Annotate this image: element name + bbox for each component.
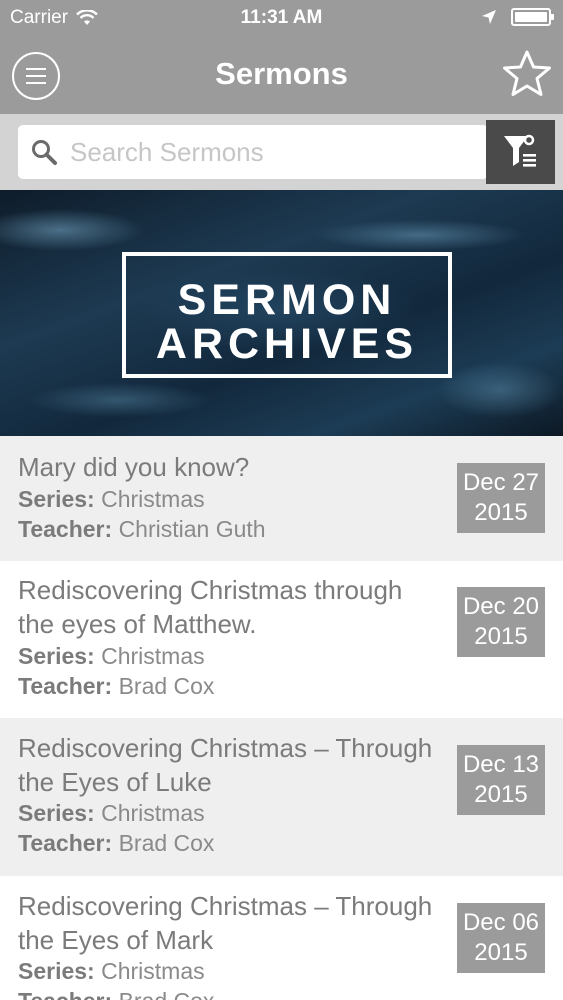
sermon-series: Series: Christmas xyxy=(18,800,205,827)
banner-frame: SERMON ARCHIVES xyxy=(122,252,452,378)
teacher-value: Brad Cox xyxy=(118,673,215,699)
series-value: Christmas xyxy=(101,958,205,984)
teacher-value: Brad Cox xyxy=(119,988,215,1000)
date-year: 2015 xyxy=(474,781,528,808)
sermon-row[interactable]: Rediscovering Christmas – Through the Ey… xyxy=(0,718,563,876)
sermon-title: Rediscovering Christmas through the eyes… xyxy=(18,575,403,639)
nav-bar: Sermons xyxy=(0,38,563,114)
battery-icon xyxy=(511,8,554,26)
sermon-date-badge: Dec 27 2015 xyxy=(457,463,545,533)
sermon-teacher: Teacher: Brad Cox xyxy=(18,673,214,700)
teacher-value: Christian Guth xyxy=(118,516,266,542)
teacher-label: Teacher: xyxy=(18,988,112,1000)
status-right xyxy=(481,8,554,26)
teacher-value: Brad Cox xyxy=(118,830,215,856)
sermon-title: Mary did you know? xyxy=(18,452,250,482)
date-month-day: Dec 20 xyxy=(462,593,540,620)
banner-line-1: SERMON xyxy=(177,276,397,324)
location-arrow-icon xyxy=(482,10,496,24)
sermon-teacher: Teacher: Brad Cox xyxy=(18,988,214,1000)
date-year: 2015 xyxy=(474,499,528,526)
series-value: Christmas xyxy=(101,643,205,669)
series-label: Series: xyxy=(18,486,95,512)
filter-button[interactable] xyxy=(486,120,555,184)
sermon-row[interactable]: Rediscovering Christmas through the eyes… xyxy=(0,561,563,718)
teacher-label: Teacher: xyxy=(18,516,113,542)
sermon-series: Series: Christmas xyxy=(18,958,205,985)
star-outline-icon xyxy=(503,50,551,96)
teacher-label: Teacher: xyxy=(18,830,113,856)
favorites-button[interactable] xyxy=(501,48,553,100)
status-bar: Carrier 11:31 AM xyxy=(0,0,563,38)
date-month-day: Dec 06 xyxy=(462,909,540,936)
date-month-day: Dec 13 xyxy=(462,751,540,778)
teacher-label: Teacher: xyxy=(18,673,113,699)
sermon-archives-banner: SERMON ARCHIVES xyxy=(0,190,563,436)
series-label: Series: xyxy=(18,800,95,826)
search-field[interactable] xyxy=(18,125,488,179)
filter-list-icon xyxy=(503,134,536,167)
sermon-row[interactable]: Mary did you know? Series: Christmas Tea… xyxy=(0,436,563,561)
series-value: Christmas xyxy=(101,486,205,512)
sermon-title: Rediscovering Christmas – Through the Ey… xyxy=(18,733,433,797)
sermon-date-badge: Dec 06 2015 xyxy=(457,903,545,973)
series-value: Christmas xyxy=(101,800,205,826)
banner-line-2: ARCHIVES xyxy=(155,320,419,368)
sermon-title: Rediscovering Christmas – Through the Ey… xyxy=(18,891,433,955)
sermon-teacher: Teacher: Christian Guth xyxy=(18,516,266,543)
sermon-date-badge: Dec 13 2015 xyxy=(457,745,545,815)
sermon-teacher: Teacher: Brad Cox xyxy=(18,830,214,857)
series-label: Series: xyxy=(18,958,95,984)
series-label: Series: xyxy=(18,643,95,669)
sermon-list: Mary did you know? Series: Christmas Tea… xyxy=(0,436,563,1000)
date-year: 2015 xyxy=(474,623,528,650)
sermon-date-badge: Dec 20 2015 xyxy=(457,587,545,657)
sermon-series: Series: Christmas xyxy=(18,643,205,670)
date-month-day: Dec 27 xyxy=(462,469,540,496)
page-title: Sermons xyxy=(215,56,348,91)
status-time: 11:31 AM xyxy=(240,7,323,28)
date-year: 2015 xyxy=(474,939,528,966)
sermon-series: Series: Christmas xyxy=(18,486,205,513)
search-input[interactable] xyxy=(70,125,480,179)
top-bar: Carrier 11:31 AM Sermons xyxy=(0,0,563,114)
search-bar xyxy=(0,114,563,190)
sermon-row[interactable]: Rediscovering Christmas – Through the Ey… xyxy=(0,876,563,1000)
search-icon xyxy=(32,140,57,165)
